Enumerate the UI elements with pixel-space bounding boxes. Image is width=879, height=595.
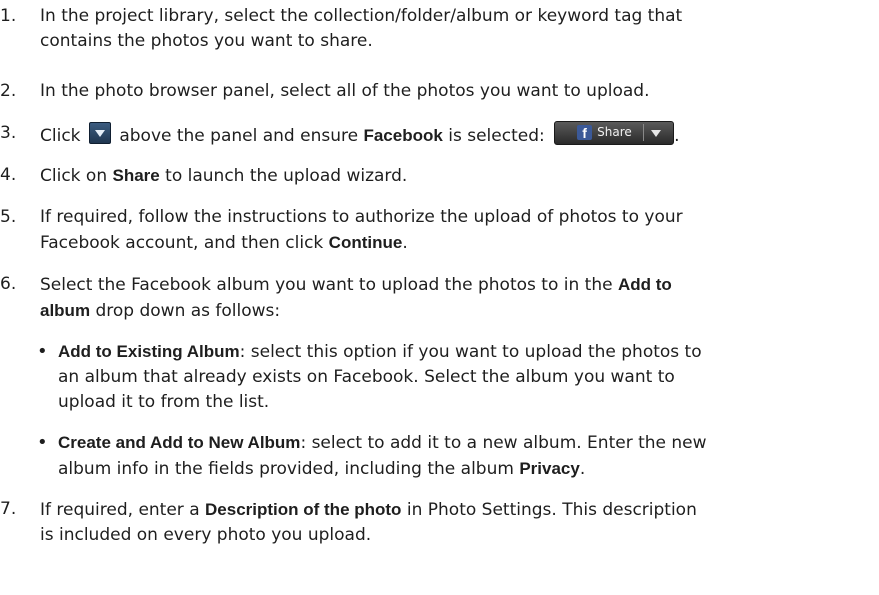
step-text-line: contains the photos you want to share.: [40, 31, 373, 51]
description-label: Description of the photo: [205, 500, 402, 519]
chevron-down-icon[interactable]: [651, 130, 662, 137]
facebook-label: Facebook: [363, 126, 443, 145]
step-number: 5.: [0, 207, 17, 227]
step-number: 4.: [0, 165, 17, 185]
option-title: Add to Existing Album: [58, 342, 240, 361]
album-label: album: [40, 301, 91, 320]
step-text: is selected:: [448, 126, 545, 146]
bullet: •: [37, 341, 48, 362]
step-text: Click: [40, 126, 81, 146]
step-text: In the photo browser panel, select all o…: [40, 81, 650, 101]
share-button-label[interactable]: Share: [597, 124, 632, 141]
add-to-album-label: Add to: [617, 275, 672, 294]
dropdown-arrow-button[interactable]: [88, 122, 111, 144]
step-text-line: In the project library, select the colle…: [40, 6, 683, 26]
continue-label: Continue: [328, 233, 403, 252]
step-number: 1.: [0, 6, 17, 26]
step-number: 2.: [0, 81, 17, 101]
share-label: Share: [112, 166, 160, 185]
facebook-icon: f: [577, 125, 593, 141]
divider: [643, 124, 645, 141]
option-title: Create and Add to New Album: [58, 433, 301, 452]
privacy-label: Privacy: [519, 459, 580, 478]
step-text: above the panel and ensure: [119, 126, 359, 146]
facebook-share-control[interactable]: f Share: [554, 121, 675, 145]
step-number: 7.: [0, 499, 17, 519]
step-number: 6.: [0, 274, 17, 294]
bullet: •: [37, 432, 48, 453]
step-number: 3.: [0, 123, 17, 143]
